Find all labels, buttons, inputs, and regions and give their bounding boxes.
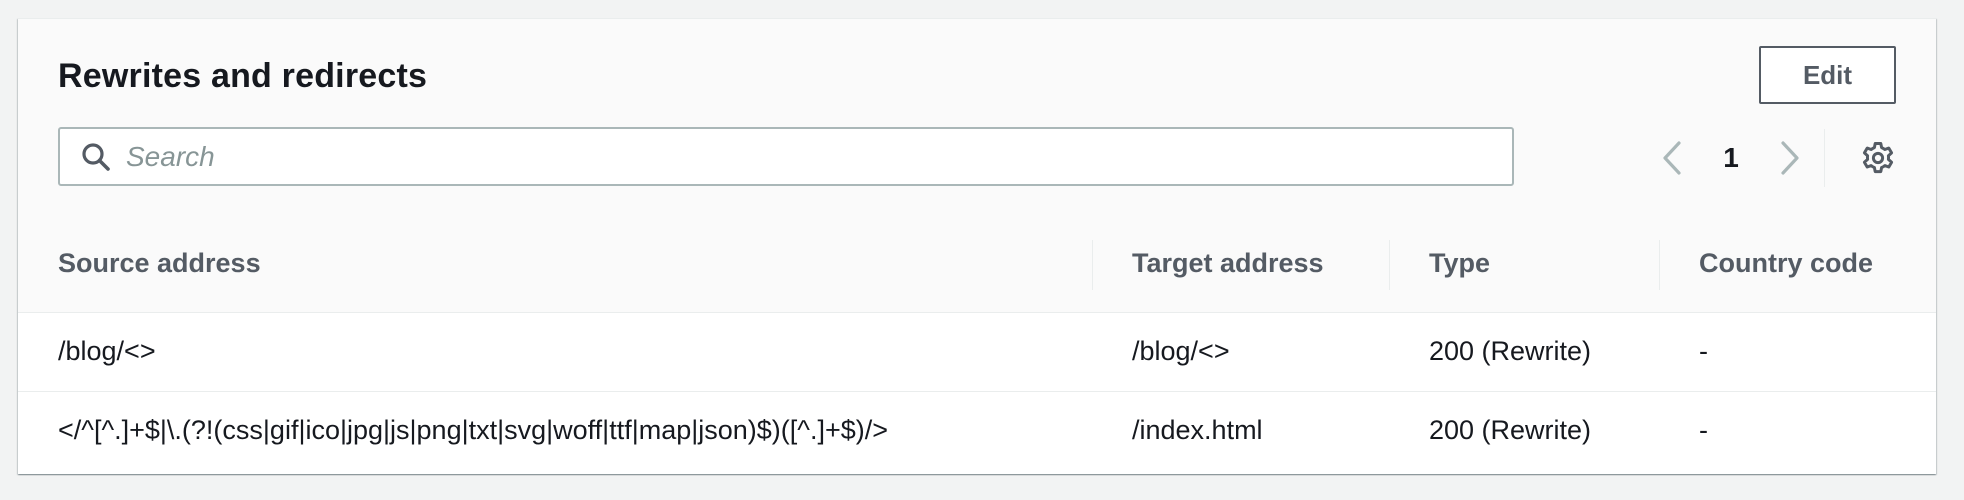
- target-address-cell: /blog/<>: [1092, 312, 1389, 392]
- rewrites-table: Source address Target address Type Count…: [18, 216, 1936, 470]
- source-address-cell: /blog/<>: [18, 312, 1092, 392]
- type-cell: 200 (Rewrite): [1389, 312, 1659, 392]
- country-code-cell: -: [1699, 415, 1708, 446]
- search-field[interactable]: [58, 127, 1514, 186]
- source-address-cell: </^[^.]+$|\.(?!(css|gif|ico|jpg|js|png|t…: [58, 415, 888, 446]
- gear-icon[interactable]: [1854, 133, 1902, 183]
- rewrites-panel: Rewrites and redirects Edit 1: [18, 18, 1936, 474]
- page-number[interactable]: 1: [1692, 142, 1770, 174]
- search-input[interactable]: [124, 128, 1512, 185]
- column-separator[interactable]: [1659, 240, 1660, 290]
- header-divider: [1824, 129, 1825, 187]
- pagination: 1: [1652, 133, 1810, 183]
- column-header-type[interactable]: Type: [1389, 216, 1659, 313]
- table-row[interactable]: /blog/<> /blog/<> 200 (Rewrite) -: [18, 312, 1936, 392]
- country-code-cell: -: [1659, 312, 1936, 392]
- column-separator[interactable]: [1092, 240, 1093, 290]
- column-header-country[interactable]: Country code: [1659, 216, 1936, 313]
- column-header-target[interactable]: Target address: [1092, 216, 1389, 313]
- search-icon: [78, 139, 114, 175]
- column-separator[interactable]: [1389, 240, 1390, 290]
- chevron-left-icon[interactable]: [1652, 133, 1692, 183]
- table-row[interactable]: </^[^.]+$|\.(?!(css|gif|ico|jpg|js|png|t…: [18, 391, 1936, 470]
- column-header-source[interactable]: Source address: [18, 216, 1092, 313]
- target-address-cell: /index.html: [1132, 415, 1263, 446]
- page-title: Rewrites and redirects: [58, 57, 428, 95]
- panel-header: Rewrites and redirects Edit 1: [18, 19, 1936, 217]
- edit-button[interactable]: Edit: [1759, 46, 1896, 104]
- chevron-right-icon[interactable]: [1770, 133, 1810, 183]
- type-cell: 200 (Rewrite): [1429, 415, 1592, 446]
- table-header-row: Source address Target address Type Count…: [18, 216, 1936, 313]
